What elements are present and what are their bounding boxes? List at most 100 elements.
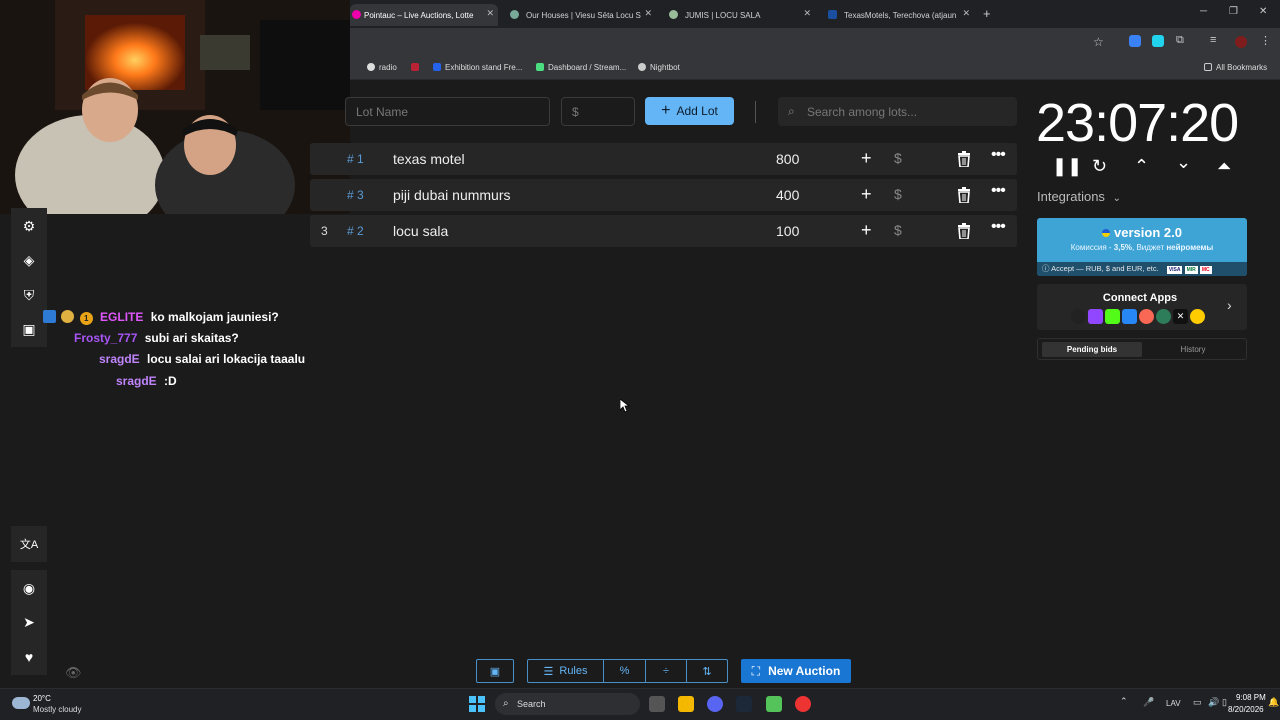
dollar-icon[interactable]: $	[894, 150, 902, 166]
chevron-up-icon[interactable]: ⌃	[1134, 156, 1149, 177]
steam-icon[interactable]	[736, 696, 752, 712]
file-explorer-icon[interactable]	[678, 696, 694, 712]
puzzle-icon[interactable]: ⧉	[1176, 34, 1184, 47]
more-options-icon[interactable]: •••	[991, 218, 1006, 236]
lot-name[interactable]: texas motel	[393, 151, 465, 167]
close-window-button[interactable]: ✕	[1259, 6, 1267, 17]
shield-button[interactable]: ⛨	[11, 277, 47, 313]
lot-name[interactable]: locu sala	[393, 223, 448, 239]
lot-search-input[interactable]: ⌕ Search among lots...	[778, 97, 1017, 126]
clock-date[interactable]: 8/20/2026	[1228, 705, 1264, 714]
add-bid-button[interactable]: +	[861, 148, 872, 169]
all-bookmarks[interactable]: All Bookmarks	[1204, 63, 1267, 72]
windows-start-icon[interactable]	[469, 696, 485, 712]
star-icon[interactable]: ☆	[1093, 35, 1104, 49]
microphone-icon[interactable]: 🎤	[1143, 697, 1154, 708]
more-options-icon[interactable]: •••	[991, 146, 1006, 164]
monitor-icon[interactable]: ▭	[1193, 697, 1202, 708]
connect-apps-card[interactable]: Connect Apps ✕ ›	[1037, 284, 1247, 330]
weather-temp[interactable]: 20°C	[33, 694, 51, 703]
percent-button[interactable]: %	[603, 659, 646, 683]
chat-badge-count: 1	[79, 312, 93, 325]
menu-icon[interactable]: ⋮	[1260, 34, 1271, 47]
notification-icon[interactable]: 🔔	[1268, 697, 1279, 708]
reading-list-icon[interactable]: ≡	[1210, 34, 1216, 46]
yandex-icon	[1190, 309, 1205, 324]
add-bid-button[interactable]: +	[861, 184, 872, 205]
version-banner[interactable]: version 2.0 Комиссия - 3,5%, Виджет нейр…	[1037, 218, 1247, 276]
lot-row[interactable]: # 3 piji dubai nummurs 400 + $ •••	[310, 179, 1017, 211]
avatar[interactable]	[1235, 36, 1247, 48]
dollar-icon[interactable]: $	[894, 222, 902, 238]
donate-button[interactable]: ♥	[11, 639, 47, 675]
tab-our-houses[interactable]: Our Houses | Viesu Sēta Locu S ✕	[508, 4, 656, 26]
pause-icon[interactable]: ❚❚	[1052, 156, 1082, 177]
trash-icon[interactable]	[957, 187, 971, 203]
media-button[interactable]: ▣	[11, 311, 47, 347]
trash-icon[interactable]	[957, 223, 971, 239]
chrome-icon[interactable]	[795, 696, 811, 712]
maximize-button[interactable]: ❐	[1229, 6, 1238, 17]
new-tab-button[interactable]: +	[983, 6, 991, 21]
battery-icon[interactable]: ▯	[1222, 697, 1227, 708]
split-button[interactable]: ÷	[645, 659, 687, 683]
settings-button[interactable]: ⚙	[11, 208, 47, 244]
eye-icon[interactable]: 👁	[65, 665, 82, 681]
more-options-icon[interactable]: •••	[991, 182, 1006, 200]
bookmark-radio[interactable]: radio	[367, 63, 397, 72]
sort-button[interactable]: ⇅	[686, 659, 728, 683]
lot-amount[interactable]: 800	[776, 151, 799, 167]
chevron-down-icon[interactable]: ⌄	[1176, 152, 1191, 173]
lot-name-input[interactable]: Lot Name	[345, 97, 550, 126]
extension-icon[interactable]	[1152, 35, 1164, 47]
lot-row[interactable]: # 1 texas motel 800 + $ •••	[310, 143, 1017, 175]
chevron-up-icon[interactable]: ⌃	[1120, 696, 1128, 707]
reset-icon[interactable]: ↻	[1092, 156, 1107, 177]
minimize-button[interactable]: ─	[1200, 6, 1207, 17]
bookmark-unknown[interactable]	[411, 63, 423, 72]
new-auction-button[interactable]: ⛶ New Auction	[741, 659, 851, 683]
sort-icon: ⇅	[702, 665, 712, 678]
integrations-dropdown[interactable]: Integrations ⌄	[1037, 189, 1121, 204]
tab-texasmotels[interactable]: TexasMotels, Terechova (atjaun ✕	[826, 4, 974, 26]
volume-icon[interactable]: 🔊	[1208, 697, 1219, 708]
double-chevron-up-icon[interactable]: ⏶	[1217, 156, 1231, 177]
version-title: version 2.0	[1114, 225, 1182, 240]
bookmark-dashboard[interactable]: Dashboard / Stream...	[536, 63, 626, 72]
add-lot-button[interactable]: + Add Lot	[645, 97, 734, 125]
clock-time[interactable]: 9:08 PM	[1236, 693, 1266, 702]
add-bid-button[interactable]: +	[861, 220, 872, 241]
lot-amount[interactable]: 100	[776, 223, 799, 239]
task-view-icon[interactable]	[649, 696, 665, 712]
trash-icon[interactable]	[957, 151, 971, 167]
translate-button[interactable]: 文A	[11, 526, 47, 562]
github-button[interactable]: ◉	[11, 570, 47, 606]
close-icon[interactable]: ✕	[962, 8, 970, 19]
dollar-icon[interactable]: $	[894, 186, 902, 202]
lot-amount-input[interactable]: $	[561, 97, 635, 126]
chat-badge-icon	[61, 310, 75, 323]
close-icon[interactable]: ✕	[644, 8, 652, 19]
close-icon[interactable]: ✕	[486, 8, 494, 19]
discord-icon[interactable]	[707, 696, 723, 712]
extension-icon[interactable]	[1129, 35, 1141, 47]
tab-pending-bids[interactable]: Pending bids	[1042, 342, 1142, 357]
bookmark-nightbot[interactable]: Nightbot	[638, 63, 680, 72]
lot-amount[interactable]: 400	[776, 187, 799, 203]
tab-pointauc[interactable]: Pointauc – Live Auctions, Lotte ✕	[350, 4, 498, 26]
close-icon[interactable]: ✕	[803, 8, 811, 19]
language-indicator[interactable]: LAV	[1166, 699, 1181, 708]
weather-desc[interactable]: Mostly cloudy	[33, 705, 81, 714]
app-icon[interactable]	[766, 696, 782, 712]
lot-name[interactable]: piji dubai nummurs	[393, 187, 511, 203]
webcam-overlay	[0, 0, 350, 214]
tab-history[interactable]: History	[1143, 342, 1243, 357]
layers-button[interactable]: ◈	[11, 242, 47, 278]
rules-button[interactable]: ☰ Rules	[527, 659, 604, 683]
save-button[interactable]: ▣	[476, 659, 514, 683]
telegram-button[interactable]: ➤	[11, 604, 47, 640]
tab-jumis[interactable]: JUMIS | LOCU SALA ✕	[667, 4, 815, 26]
taskbar-search[interactable]: ⌕ Search	[495, 693, 640, 715]
lot-row[interactable]: 3 # 2 locu sala 100 + $ •••	[310, 215, 1017, 247]
bookmark-exhibition[interactable]: Exhibition stand Fre...	[433, 63, 522, 72]
